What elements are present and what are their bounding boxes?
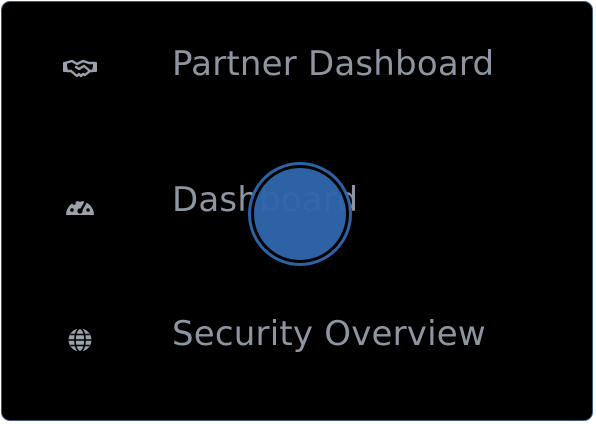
menu-item-security-overview[interactable]: Security Overview [2,272,592,392]
menu-item-label: Dashboard [172,180,359,220]
globe-icon [62,324,98,356]
handshake-icon [62,52,98,84]
speedometer-icon [62,190,98,222]
menu-item-partner-dashboard[interactable]: Partner Dashboard [2,2,592,122]
menu-item-label: Security Overview [172,314,486,354]
menu-item-label: Partner Dashboard [172,44,495,84]
navigation-menu: Partner Dashboard Dashboard Security Ove… [1,1,593,421]
menu-item-dashboard[interactable]: Dashboard [2,142,592,262]
